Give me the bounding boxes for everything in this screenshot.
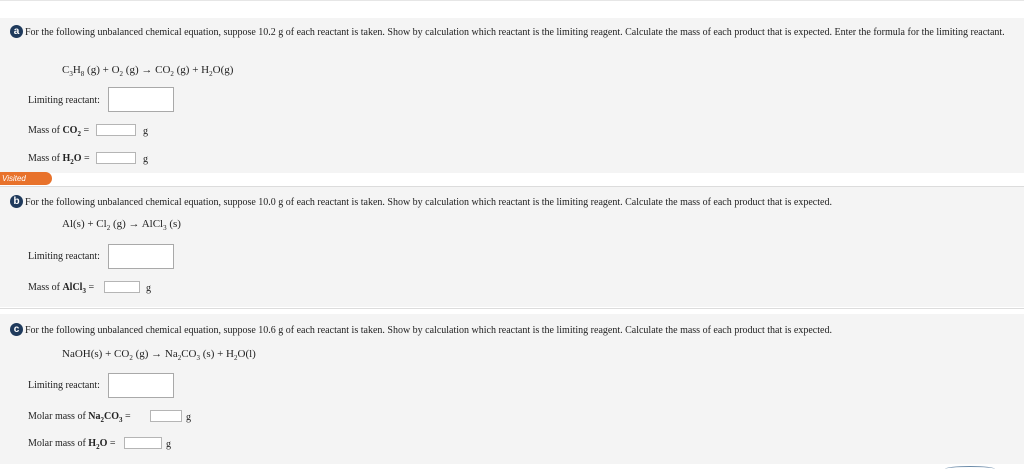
part-a-mass1-label: Mass of CO2 = — [28, 125, 90, 138]
part-a-limiting-input[interactable] — [108, 87, 174, 112]
part-c-equation: NaOH(s) + CO2 (g) → Na2CO3 (s) + H2O(l) — [62, 348, 256, 363]
part-c-limiting-input[interactable] — [108, 373, 174, 398]
part-c-mass2-input[interactable] — [124, 437, 162, 449]
part-b-prompt: For the following unbalanced chemical eq… — [25, 197, 832, 208]
part-a-mass1-unit: g — [143, 126, 148, 137]
part-a-badge: a — [10, 25, 23, 38]
question-part-b: b For the following unbalanced chemical … — [0, 187, 1024, 307]
part-a-mass2-input[interactable] — [96, 152, 136, 164]
part-b-mass1-label: Mass of AlCl3 = — [28, 282, 95, 295]
part-b-limiting-input[interactable] — [108, 244, 174, 269]
part-c-mass2-label: Molar mass of H2O = — [28, 438, 116, 451]
part-b-mass1-unit: g — [146, 283, 151, 294]
part-a-mass2-unit: g — [143, 154, 148, 165]
part-c-mass2-unit: g — [166, 439, 171, 450]
part-b-limiting-label: Limiting reactant: — [28, 251, 100, 262]
divider — [0, 308, 1024, 309]
part-a-mass2-label: Mass of H2O = — [28, 153, 90, 166]
part-c-mass1-unit: g — [186, 412, 191, 423]
part-b-equation: Al(s) + Cl2 (g) → AlCl3 (s) — [62, 218, 181, 233]
question-part-c: c For the following unbalanced chemical … — [0, 314, 1024, 464]
part-b-mass1-input[interactable] — [104, 281, 140, 293]
question-part-a: a For the following unbalanced chemical … — [0, 18, 1024, 173]
top-divider — [0, 0, 1024, 1]
part-c-mass1-label: Molar mass of Na2CO3 = — [28, 411, 131, 424]
part-a-equation: C3H8 (g) + O2 (g) → CO2 (g) + H2O(g) — [62, 64, 234, 79]
part-c-limiting-label: Limiting reactant: — [28, 380, 100, 391]
part-c-badge: c — [10, 323, 23, 336]
visited-tag: Visited — [0, 172, 52, 185]
part-c-prompt: For the following unbalanced chemical eq… — [25, 325, 832, 336]
part-a-limiting-label: Limiting reactant: — [28, 95, 100, 106]
part-c-mass1-input[interactable] — [150, 410, 182, 422]
scroll-arc-decoration — [945, 466, 995, 472]
part-b-badge: b — [10, 195, 23, 208]
part-a-prompt: For the following unbalanced chemical eq… — [25, 27, 1005, 38]
part-a-mass1-input[interactable] — [96, 124, 136, 136]
